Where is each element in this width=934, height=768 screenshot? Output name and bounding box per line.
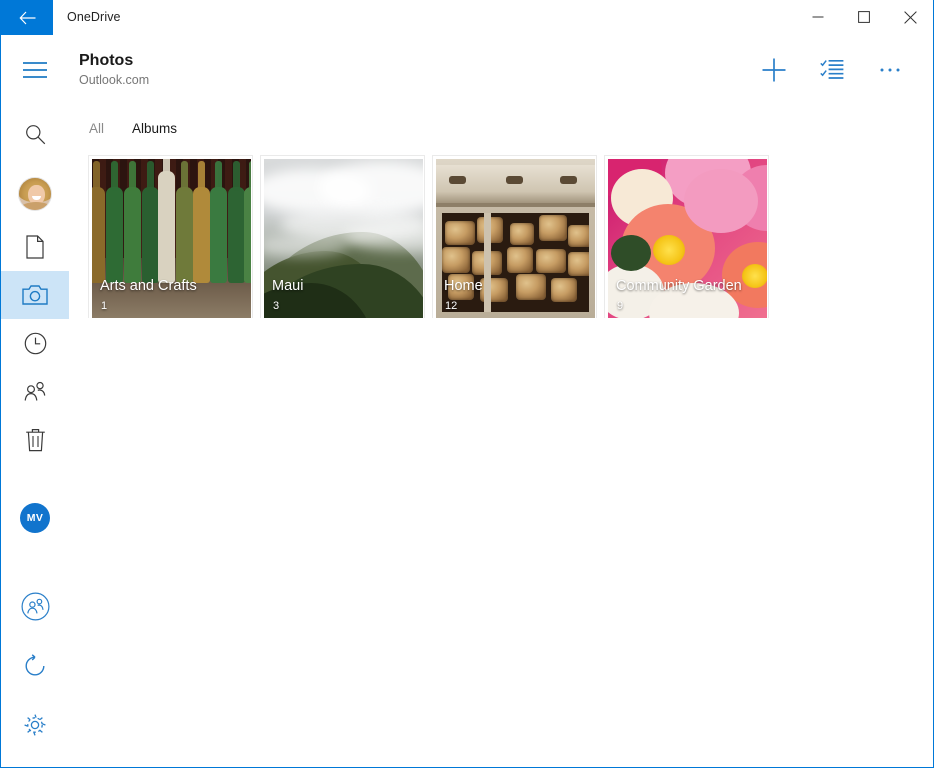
add-people-circle-icon (21, 592, 50, 621)
album-title: Maui (272, 278, 303, 294)
more-button[interactable] (861, 41, 919, 99)
album-tile[interactable]: Arts and Crafts 1 (88, 155, 253, 318)
maximize-button[interactable] (841, 0, 887, 34)
back-arrow-icon (19, 11, 36, 25)
clock-icon (24, 332, 47, 355)
sidebar-item-recent[interactable] (1, 319, 69, 367)
sidebar-item-files[interactable] (1, 223, 69, 271)
album-thumbnail: Home 12 (436, 159, 595, 318)
album-count: 3 (273, 300, 279, 312)
avatar (18, 177, 52, 211)
bottles-image (92, 159, 251, 318)
app-title: OneDrive (53, 0, 121, 34)
navigation-sidebar: MV (1, 105, 69, 766)
sidebar-gap-2 (1, 548, 69, 578)
album-tile[interactable]: Home 12 (432, 155, 597, 318)
sidebar-item-recycle-bin[interactable] (1, 416, 69, 464)
firewood-image (436, 159, 595, 318)
content-area: All Albums (69, 105, 933, 766)
document-icon (25, 235, 45, 259)
flowers-image (608, 159, 767, 318)
tab-all[interactable]: All (88, 119, 105, 138)
tab-bar: All Albums (79, 105, 933, 151)
header-titles: Photos Outlook.com (69, 51, 149, 89)
tab-albums[interactable]: Albums (131, 119, 178, 138)
album-count: 1 (101, 300, 107, 312)
page-subtitle: Outlook.com (79, 71, 149, 89)
sidebar-item-settings[interactable] (1, 695, 69, 754)
sidebar-gap (1, 464, 69, 489)
album-grid: Arts and Crafts 1 (79, 151, 933, 318)
sidebar-item-photos[interactable] (1, 271, 69, 319)
page-title: Photos (79, 51, 149, 71)
close-icon (904, 11, 917, 24)
maximize-icon (858, 11, 870, 23)
sidebar-item-sync[interactable] (1, 636, 69, 695)
album-thumbnail: Arts and Crafts 1 (92, 159, 251, 318)
sidebar-item-shared[interactable] (1, 368, 69, 416)
sidebar-item-search[interactable] (1, 105, 69, 164)
close-button[interactable] (887, 0, 933, 34)
sidebar-item-invite-people[interactable] (1, 577, 69, 636)
initials-badge: MV (20, 503, 50, 533)
gear-icon (23, 713, 47, 737)
back-button[interactable] (1, 0, 53, 35)
title-bar: OneDrive (1, 0, 933, 35)
album-title: Community Garden (616, 278, 742, 294)
search-icon (25, 124, 46, 145)
body-area: MV (1, 105, 933, 766)
sidebar-bottom-gap (1, 754, 69, 766)
album-tile[interactable]: Maui 3 (260, 155, 425, 318)
album-title: Arts and Crafts (100, 278, 197, 294)
plus-icon (761, 57, 787, 83)
window-controls (795, 0, 933, 34)
select-checklist-icon (820, 59, 844, 81)
add-button[interactable] (745, 41, 803, 99)
people-icon (23, 381, 47, 403)
sidebar-item-user-badge[interactable]: MV (1, 489, 69, 548)
app-header: Photos Outlook.com (1, 35, 933, 105)
hamburger-icon (22, 61, 48, 79)
mountain-image (264, 159, 423, 318)
album-title: Home (444, 278, 483, 294)
header-actions (745, 41, 933, 99)
album-tile[interactable]: Community Garden 9 (604, 155, 769, 318)
sidebar-item-account-avatar[interactable] (1, 164, 69, 223)
refresh-icon (23, 654, 47, 678)
ellipsis-icon (879, 66, 901, 74)
album-count: 9 (617, 300, 623, 312)
album-count: 12 (445, 300, 457, 312)
album-thumbnail: Community Garden 9 (608, 159, 767, 318)
select-button[interactable] (803, 41, 861, 99)
minimize-button[interactable] (795, 0, 841, 34)
camera-icon (22, 284, 48, 306)
minimize-icon (812, 11, 824, 23)
menu-button[interactable] (1, 35, 69, 105)
onedrive-window: OneDrive (0, 0, 934, 768)
trash-icon (25, 428, 46, 452)
album-thumbnail: Maui 3 (264, 159, 423, 318)
